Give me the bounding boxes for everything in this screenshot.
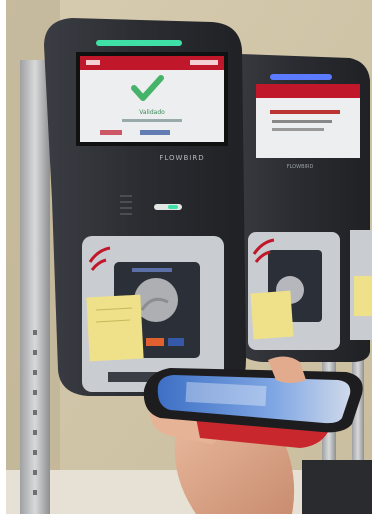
left-brand-label: FLOWBIRD (159, 154, 204, 162)
right-brand-label: FLOWBIRD (287, 164, 314, 170)
left-status-led (96, 40, 182, 46)
dark-box-right (302, 460, 372, 514)
card-logos (146, 338, 164, 346)
phone-screen-content (185, 381, 267, 407)
validator-left: Validado FLOWBIRD (44, 18, 246, 396)
frame-left (0, 0, 6, 527)
photo-svg: FLOWBIRD Validado FLOWBIRD (0, 0, 372, 527)
far-right-sticky-note (354, 276, 372, 316)
pole-holes (33, 330, 37, 495)
photo-scene: FLOWBIRD Validado FLOWBIRD (0, 0, 372, 527)
right-screen (256, 84, 360, 158)
left-sticky-note (86, 294, 144, 362)
screen-status-text: Validado (139, 109, 165, 116)
left-screen: Validado (76, 52, 228, 146)
frame-bottom (0, 514, 372, 527)
right-status-led (270, 74, 332, 80)
metal-pole (20, 60, 50, 514)
right-sticky-note (250, 290, 294, 340)
